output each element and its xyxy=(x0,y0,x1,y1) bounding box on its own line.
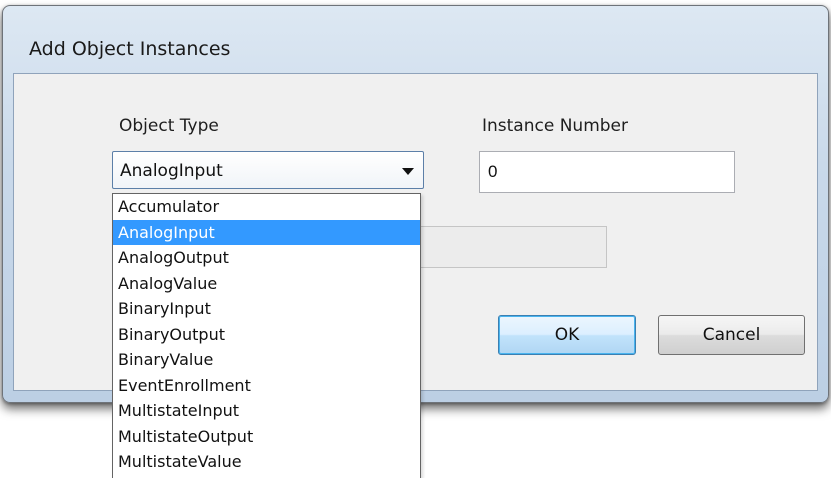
object-type-dropdown-list: Accumulator AnalogInput AnalogOutput Analog… xyxy=(112,193,421,478)
ok-button[interactable]: OK xyxy=(498,315,636,355)
object-type-label: Object Type xyxy=(119,116,219,136)
dropdown-option[interactable]: MultistateInput xyxy=(113,398,420,424)
dropdown-option[interactable]: BinaryValue xyxy=(113,347,420,373)
dropdown-option[interactable]: BinaryInput xyxy=(113,296,420,322)
dropdown-option[interactable]: MultistateOutput xyxy=(113,424,420,450)
dialog-title: Add Object Instances xyxy=(29,38,231,60)
dropdown-option[interactable]: AnalogInput xyxy=(113,219,420,245)
instance-number-input[interactable] xyxy=(479,151,735,193)
dropdown-option[interactable]: AnalogValue xyxy=(113,271,420,297)
object-type-selected-value: AnalogInput xyxy=(120,161,223,181)
screen: Add Object Instances Object Type Instanc… xyxy=(0,0,831,478)
dropdown-arrow-icon[interactable] xyxy=(402,168,414,175)
dropdown-option[interactable]: Accumulator xyxy=(113,194,420,220)
dropdown-option[interactable]: AnalogOutput xyxy=(113,245,420,271)
dropdown-option[interactable]: MultistateValue xyxy=(113,449,420,475)
dropdown-option[interactable]: EventEnrollment xyxy=(113,373,420,399)
object-type-combobox[interactable]: AnalogInput xyxy=(112,151,424,189)
dropdown-option[interactable]: BinaryOutput xyxy=(113,322,420,348)
disabled-field xyxy=(420,226,607,268)
cancel-button[interactable]: Cancel xyxy=(658,315,805,355)
instance-number-label: Instance Number xyxy=(482,116,629,136)
